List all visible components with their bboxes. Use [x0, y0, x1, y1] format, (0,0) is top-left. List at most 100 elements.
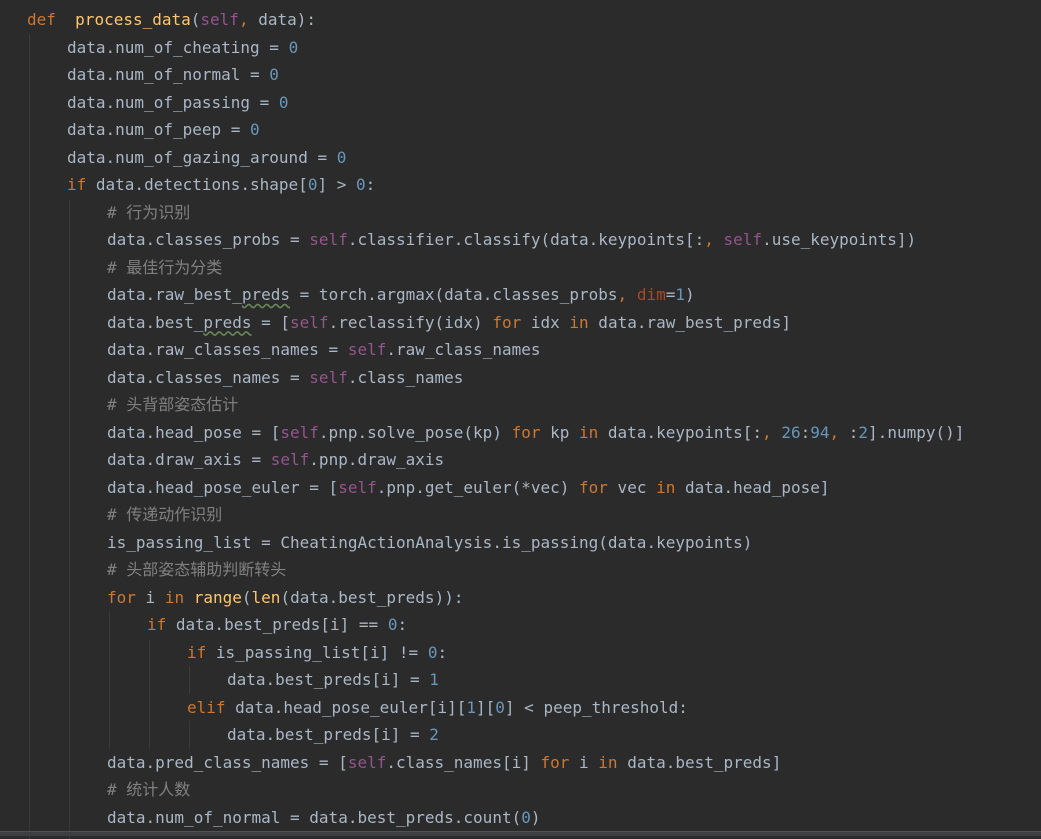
code-line[interactable]: data.num_of_peep = 0: [67, 116, 260, 143]
code-token: data.best_preds[i] =: [227, 725, 429, 744]
code-token: idx: [521, 313, 569, 332]
code-token: data.raw_best_: [107, 285, 242, 304]
code-token: self: [290, 313, 329, 332]
code-token: [772, 423, 782, 442]
code-token: :: [397, 615, 407, 634]
code-line[interactable]: if is_passing_list[i] != 0:: [187, 639, 447, 666]
code-token: preds: [203, 313, 251, 332]
code-line[interactable]: data.num_of_passing = 0: [67, 89, 289, 116]
code-token: ,: [830, 423, 840, 442]
code-token: if: [67, 175, 86, 194]
code-token: self: [714, 230, 762, 249]
code-token: # 头部姿态辅助判断转头: [107, 560, 286, 579]
code-token: ].numpy()]: [868, 423, 964, 442]
code-token: for: [540, 753, 569, 772]
code-token: .pnp.get_euler(*vec): [377, 478, 579, 497]
code-token: 2: [429, 725, 439, 744]
code-line[interactable]: data.best_preds[i] = 2: [227, 721, 439, 748]
code-token: .raw_class_names: [386, 340, 540, 359]
code-token: ,: [618, 285, 628, 304]
code-line[interactable]: # 最佳行为分类: [107, 254, 222, 281]
code-token: data.keypoints[:: [598, 423, 762, 442]
code-token: 0: [521, 808, 531, 827]
code-token: self: [271, 450, 310, 469]
code-token: .pnp.draw_axis: [309, 450, 444, 469]
code-token: data.head_pose = [: [107, 423, 280, 442]
code-line[interactable]: data.best_preds[i] = 1: [227, 666, 439, 693]
code-line[interactable]: if data.detections.shape[0] > 0:: [67, 171, 375, 198]
code-token: data.raw_classes_names =: [107, 340, 348, 359]
code-token: 1: [429, 670, 439, 689]
code-token: 0: [289, 38, 299, 57]
code-line[interactable]: if data.best_preds[i] == 0:: [147, 611, 407, 638]
code-token: data.head_pose]: [675, 478, 829, 497]
code-token: .use_keypoints]): [762, 230, 916, 249]
code-token: data.num_of_gazing_around =: [67, 148, 337, 167]
code-token: 0: [250, 120, 260, 139]
code-token: data.draw_axis =: [107, 450, 271, 469]
code-token: self: [348, 340, 387, 359]
code-token: 1: [466, 698, 476, 717]
code-token: self: [309, 368, 348, 387]
code-editor[interactable]: def process_data(self, data):data.num_of…: [0, 0, 1041, 836]
code-token: def: [27, 10, 56, 29]
indent-guide: [69, 199, 70, 839]
code-line[interactable]: data.draw_axis = self.pnp.draw_axis: [107, 446, 444, 473]
code-line[interactable]: elif data.head_pose_euler[i][1][0] < pee…: [187, 694, 688, 721]
code-line[interactable]: data.head_pose_euler = [self.pnp.get_eul…: [107, 474, 829, 501]
code-token: data.best_: [107, 313, 203, 332]
code-token: range: [194, 588, 242, 607]
code-token: for: [512, 423, 541, 442]
code-token: .class_names[i]: [386, 753, 540, 772]
code-token: data.head_pose_euler = [: [107, 478, 338, 497]
code-line[interactable]: # 统计人数: [107, 776, 190, 803]
code-token: data.classes_names =: [107, 368, 309, 387]
code-token: if: [187, 643, 206, 662]
code-token: data.head_pose_euler[i][: [226, 698, 467, 717]
code-line[interactable]: data.num_of_normal = data.best_preds.cou…: [107, 804, 541, 831]
code-token: data.best_preds]: [618, 753, 782, 772]
code-token: data.pred_class_names = [: [107, 753, 348, 772]
code-token: in: [165, 588, 184, 607]
code-token: i: [136, 588, 165, 607]
code-line[interactable]: # 传递动作识别: [107, 501, 222, 528]
code-token: data.num_of_cheating =: [67, 38, 289, 57]
code-line[interactable]: data.num_of_cheating = 0: [67, 34, 298, 61]
code-line[interactable]: is_passing_list = CheatingActionAnalysis…: [107, 529, 752, 556]
code-token: ): [685, 285, 695, 304]
code-line[interactable]: data.raw_best_preds = torch.argmax(data.…: [107, 281, 695, 308]
code-token: 0: [279, 93, 289, 112]
code-token: ][: [476, 698, 495, 717]
code-line[interactable]: def process_data(self, data):: [27, 6, 316, 33]
code-line[interactable]: data.classes_names = self.class_names: [107, 364, 463, 391]
code-line[interactable]: data.num_of_normal = 0: [67, 61, 279, 88]
code-token: data):: [249, 10, 316, 29]
code-token: 1: [675, 285, 685, 304]
code-token: = torch.argmax(data.classes_probs: [290, 285, 618, 304]
code-token: dim: [627, 285, 666, 304]
code-line[interactable]: data.raw_classes_names = self.raw_class_…: [107, 336, 540, 363]
code-token: ): [531, 808, 541, 827]
indent-guide: [149, 639, 150, 749]
code-line[interactable]: # 头部姿态辅助判断转头: [107, 556, 286, 583]
code-line[interactable]: # 头背部姿态估计: [107, 391, 238, 418]
code-token: i: [569, 753, 598, 772]
code-line[interactable]: data.classes_probs = self.classifier.cla…: [107, 226, 916, 253]
code-token: .class_names: [348, 368, 464, 387]
code-line[interactable]: data.head_pose = [self.pnp.solve_pose(kp…: [107, 419, 964, 446]
code-line[interactable]: for i in range(len(data.best_preds)):: [107, 584, 463, 611]
code-line[interactable]: data.best_preds = [self.reclassify(idx) …: [107, 309, 791, 336]
code-line[interactable]: data.num_of_gazing_around = 0: [67, 144, 346, 171]
code-token: elif: [187, 698, 226, 717]
code-token: is_passing_list = CheatingActionAnalysis…: [107, 533, 752, 552]
code-token: ] < peep_threshold:: [505, 698, 688, 717]
code-line[interactable]: # 行为识别: [107, 199, 190, 226]
code-token: if: [147, 615, 166, 634]
code-token: data.num_of_normal = data.best_preds.cou…: [107, 808, 521, 827]
horizontal-scrollbar[interactable]: [0, 831, 1041, 836]
code-token: in: [656, 478, 675, 497]
code-token: preds: [242, 285, 290, 304]
code-line[interactable]: data.pred_class_names = [self.class_name…: [107, 749, 781, 776]
code-token: self: [338, 478, 377, 497]
code-token: :: [437, 643, 447, 662]
